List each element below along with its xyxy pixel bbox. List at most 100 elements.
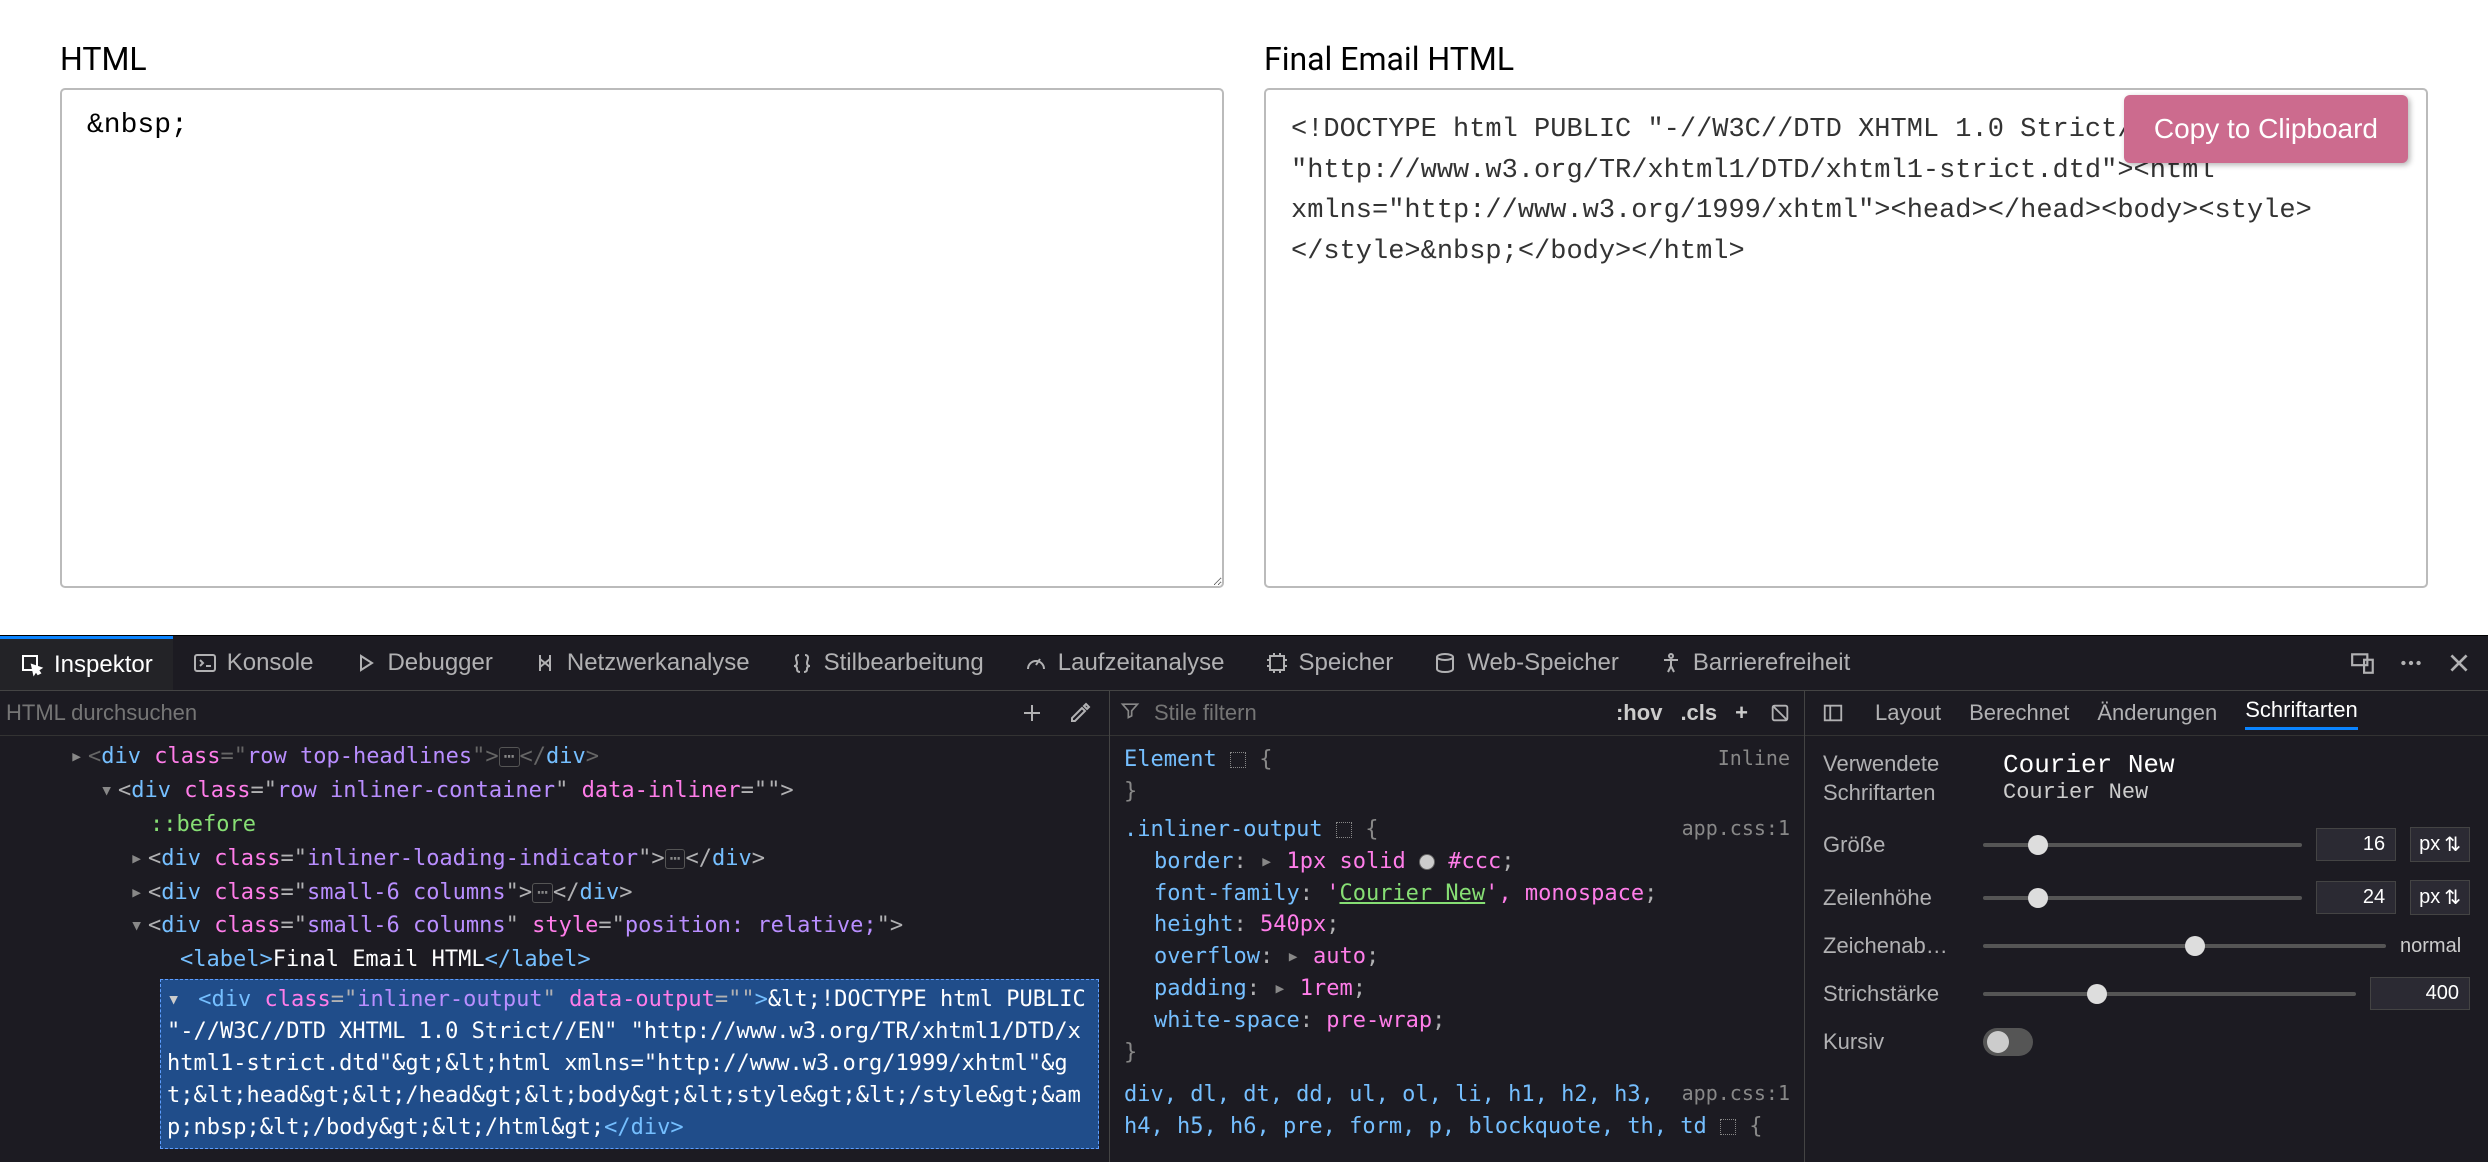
- font-weight-label: Strichstärke: [1823, 981, 1983, 1007]
- used-font-name: Courier New: [2003, 750, 2175, 780]
- inspector-icon: [20, 653, 44, 677]
- devtools-tab-styleeditor[interactable]: Stilbearbeitung: [770, 636, 1004, 690]
- styleeditor-icon: [790, 651, 814, 675]
- devtools-tab-storage[interactable]: Web-Speicher: [1413, 636, 1639, 690]
- devtools-tabbar: Inspektor Konsole Debugger Netzwerkanaly…: [0, 636, 2488, 691]
- pseudo-before: ::before: [150, 812, 256, 837]
- letter-spacing-slider[interactable]: [1983, 944, 2386, 948]
- devtools-body: ▸<div class="row top-headlines">⋯</div> …: [0, 691, 2488, 1162]
- italic-label: Kursiv: [1823, 1029, 1983, 1055]
- fonts-tab-computed[interactable]: Berechnet: [1969, 700, 2069, 726]
- font-weight-row: Strichstärke 400: [1823, 977, 2470, 1010]
- more-menu-icon[interactable]: [2397, 649, 2425, 677]
- devtools-tab-debugger[interactable]: Debugger: [333, 636, 512, 690]
- twisty-icon[interactable]: ▾: [100, 775, 118, 807]
- fonts-pane: Layout Berechnet Änderungen Schriftarten…: [1805, 691, 2488, 1162]
- letter-spacing-value: normal: [2400, 935, 2470, 958]
- add-node-icon[interactable]: [1018, 699, 1046, 727]
- used-font-sub: Courier New: [2003, 780, 2175, 805]
- selected-dom-node[interactable]: ▾ <div class="inliner-output" data-outpu…: [160, 979, 1099, 1148]
- fonts-tab-changes[interactable]: Änderungen: [2097, 700, 2217, 726]
- add-rule-icon[interactable]: +: [1735, 700, 1748, 726]
- line-height-row: Zeilenhöhe 24 px⇅: [1823, 880, 2470, 915]
- letter-spacing-label: Zeichenab…: [1823, 933, 1983, 959]
- filter-icon: [1120, 700, 1140, 726]
- fonts-tab-layout[interactable]: Layout: [1875, 700, 1941, 726]
- fonts-tabs: Layout Berechnet Änderungen Schriftarten: [1805, 691, 2488, 736]
- chevron-updown-icon: ⇅: [2444, 885, 2461, 910]
- page-content: HTML &nbsp; Final Email HTML <!DOCTYPE h…: [0, 0, 2488, 635]
- italic-row: Kursiv: [1823, 1028, 2470, 1056]
- responsive-mode-icon[interactable]: [2349, 649, 2377, 677]
- twisty-icon[interactable]: ▸: [130, 877, 148, 909]
- color-swatch-icon[interactable]: [1419, 854, 1435, 870]
- twisty-icon[interactable]: ▸: [130, 843, 148, 875]
- rule-source[interactable]: app.css:1: [1682, 1079, 1790, 1108]
- dom-pane: ▸<div class="row top-headlines">⋯</div> …: [0, 691, 1110, 1162]
- flex-badge-icon[interactable]: [1230, 752, 1246, 768]
- used-fonts-label: Verwendete Schriftarten: [1823, 750, 1983, 807]
- close-devtools-icon[interactable]: [2445, 649, 2473, 677]
- copy-to-clipboard-button[interactable]: Copy to Clipboard: [2124, 95, 2408, 163]
- line-height-slider[interactable]: [1983, 896, 2302, 900]
- styles-filter-input[interactable]: [1154, 700, 1602, 726]
- ellipsis-icon[interactable]: ⋯: [665, 849, 686, 869]
- memory-icon: [1265, 651, 1289, 675]
- twisty-icon[interactable]: ▸: [70, 741, 88, 773]
- font-size-row: Größe 16 px⇅: [1823, 827, 2470, 862]
- tab-label: Konsole: [227, 649, 314, 677]
- storage-icon: [1433, 651, 1457, 675]
- html-output[interactable]: <!DOCTYPE html PUBLIC "-//W3C//DTD XHTML…: [1264, 88, 2428, 588]
- cls-toggle[interactable]: .cls: [1680, 700, 1717, 726]
- dom-toolbar: [0, 691, 1109, 736]
- dom-tree[interactable]: ▸<div class="row top-headlines">⋯</div> …: [0, 736, 1109, 1162]
- tab-label: Barrierefreiheit: [1693, 649, 1850, 677]
- font-weight-slider[interactable]: [1983, 992, 2356, 996]
- fonts-body: Verwendete Schriftarten Courier New Cour…: [1805, 736, 2488, 1162]
- performance-icon: [1024, 651, 1048, 675]
- font-weight-value[interactable]: 400: [2370, 977, 2470, 1010]
- devtools-tab-console[interactable]: Konsole: [173, 636, 334, 690]
- html-input-label: HTML: [60, 40, 1224, 78]
- ellipsis-icon[interactable]: ⋯: [532, 883, 553, 903]
- styles-rules[interactable]: InlineElement { } app.css:1.inliner-outp…: [1110, 736, 1804, 1162]
- twisty-icon[interactable]: ▾: [130, 910, 148, 942]
- html-input[interactable]: &nbsp;: [60, 88, 1224, 588]
- flex-badge-icon[interactable]: [1720, 1119, 1736, 1135]
- network-icon: [533, 651, 557, 675]
- tab-label: Netzwerkanalyse: [567, 649, 750, 677]
- tab-label: Web-Speicher: [1467, 649, 1619, 677]
- light-dark-icon[interactable]: [1766, 699, 1794, 727]
- font-size-unit-select[interactable]: px⇅: [2410, 827, 2470, 862]
- font-size-label: Größe: [1823, 832, 1983, 858]
- devtools-panel: Inspektor Konsole Debugger Netzwerkanaly…: [0, 635, 2488, 1162]
- fonts-tab-fonts[interactable]: Schriftarten: [2245, 697, 2358, 730]
- letter-spacing-row: Zeichenab… normal: [1823, 933, 2470, 959]
- font-size-value[interactable]: 16: [2316, 828, 2396, 861]
- chevron-updown-icon: ⇅: [2444, 832, 2461, 857]
- styles-pane: :hov .cls + InlineElement { } app.css:1.…: [1110, 691, 1805, 1162]
- eyedropper-icon[interactable]: [1066, 699, 1094, 727]
- html-output-column: Final Email HTML <!DOCTYPE html PUBLIC "…: [1264, 40, 2428, 615]
- tab-label: Debugger: [387, 649, 492, 677]
- debugger-icon: [353, 651, 377, 675]
- devtools-tab-network[interactable]: Netzwerkanalyse: [513, 636, 770, 690]
- devtools-tab-inspector[interactable]: Inspektor: [0, 636, 173, 690]
- line-height-value[interactable]: 24: [2316, 881, 2396, 914]
- line-height-unit-select[interactable]: px⇅: [2410, 880, 2470, 915]
- twisty-icon[interactable]: ▾: [167, 984, 185, 1016]
- flex-badge-icon[interactable]: [1336, 822, 1352, 838]
- devtools-tab-memory[interactable]: Speicher: [1245, 636, 1414, 690]
- devtools-tab-performance[interactable]: Laufzeitanalyse: [1004, 636, 1245, 690]
- font-size-slider[interactable]: [1983, 843, 2302, 847]
- italic-toggle[interactable]: [1983, 1028, 2033, 1056]
- ellipsis-icon[interactable]: ⋯: [499, 747, 520, 767]
- rule-source[interactable]: Inline: [1718, 744, 1790, 773]
- rule-source[interactable]: app.css:1: [1682, 814, 1790, 843]
- toggle-sidebar-icon[interactable]: [1819, 699, 1847, 727]
- hov-toggle[interactable]: :hov: [1616, 700, 1662, 726]
- devtools-tab-accessibility[interactable]: Barrierefreiheit: [1639, 636, 1870, 690]
- tab-label: Speicher: [1299, 649, 1394, 677]
- dom-search-input[interactable]: [0, 700, 1003, 726]
- tab-label: Inspektor: [54, 651, 153, 679]
